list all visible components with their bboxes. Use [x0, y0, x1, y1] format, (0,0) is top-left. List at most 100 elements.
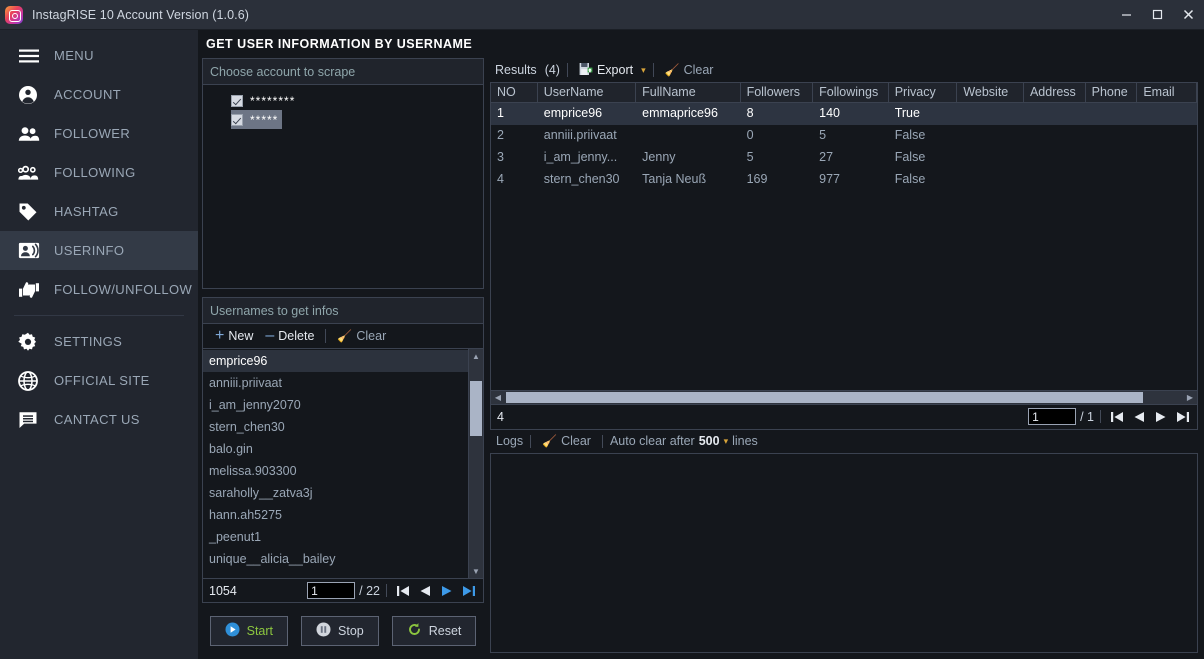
column-header-email[interactable]: Email [1137, 83, 1197, 102]
usernames-list[interactable]: emprice96 anniii.priivaat i_am_jenny2070… [203, 349, 468, 578]
results-grid-body[interactable]: 1 emprice96 emmaprice96 8 140 True 2 ann… [491, 103, 1197, 390]
sidebar-item-userinfo[interactable]: USERINFO [0, 231, 198, 270]
results-horizontal-scrollbar[interactable]: ◀ ▶ [490, 389, 1198, 405]
column-header-no[interactable]: NO [491, 83, 538, 102]
list-item[interactable]: emprice96 [203, 350, 468, 372]
export-button[interactable]: Export [575, 61, 637, 80]
cell-username: i_am_jenny... [543, 150, 618, 164]
first-page-icon[interactable] [392, 581, 414, 601]
next-page-icon[interactable] [1150, 407, 1172, 427]
gear-icon [18, 332, 48, 352]
clear-logs-button[interactable]: 🧹 Clear [538, 433, 595, 449]
results-page-total: / 1 [1080, 409, 1094, 424]
scroll-thumb[interactable] [506, 391, 1143, 403]
cell-phone [1086, 169, 1138, 191]
clear-label: Clear [561, 434, 591, 448]
scroll-thumb[interactable] [470, 381, 482, 436]
clear-results-button[interactable]: 🧹 Clear [661, 62, 718, 78]
new-username-button[interactable]: + New [211, 326, 257, 346]
sidebar-item-menu[interactable]: MENU [0, 36, 198, 75]
prev-page-icon[interactable] [1128, 407, 1150, 427]
list-item[interactable]: hann.ah5275 [203, 504, 468, 526]
list-item[interactable]: _peenut1 [203, 526, 468, 548]
cell-followers: 5 [746, 150, 754, 164]
usernames-scrollbar[interactable]: ▲ ▼ [468, 349, 483, 578]
reset-button[interactable]: Reset [391, 616, 477, 646]
sidebar-item-settings[interactable]: SETTINGS [0, 322, 198, 361]
scroll-left-icon[interactable]: ◀ [491, 391, 505, 404]
column-header-address[interactable]: Address [1024, 83, 1086, 102]
next-page-icon[interactable] [436, 581, 458, 601]
cell-email [1137, 103, 1197, 125]
left-column: Choose account to scrape ******** ***** [202, 58, 484, 653]
last-page-icon[interactable] [1172, 407, 1194, 427]
column-header-followings[interactable]: Followings [813, 83, 889, 102]
sidebar-item-contact-us[interactable]: CANTACT US [0, 400, 198, 439]
chevron-down-icon[interactable]: ▾ [724, 436, 729, 447]
prev-page-icon[interactable] [414, 581, 436, 601]
cell-privacy: False [894, 172, 926, 186]
stop-button[interactable]: Stop [301, 616, 379, 646]
scroll-down-icon[interactable]: ▼ [469, 564, 483, 578]
list-item[interactable]: anniii.priivaat [203, 372, 468, 394]
minimize-icon[interactable] [1111, 0, 1142, 30]
list-item[interactable]: i_am_jenny2070 [203, 394, 468, 416]
sidebar-item-official-site[interactable]: OFFICIAL SITE [0, 361, 198, 400]
account-list-item[interactable]: ***** [231, 110, 283, 129]
usernames-page-input[interactable] [307, 582, 356, 599]
delete-username-button[interactable]: – Delete [261, 326, 318, 346]
column-header-followers[interactable]: Followers [741, 83, 814, 102]
close-icon[interactable] [1173, 0, 1204, 30]
results-grid: NO UserName FullName Followers Following… [490, 82, 1198, 390]
thumbs-updown-icon [18, 281, 48, 299]
clear-usernames-button[interactable]: 🧹 Clear [333, 328, 390, 344]
toolbar-divider [601, 434, 603, 448]
table-row[interactable]: 1 emprice96 emmaprice96 8 140 True [491, 103, 1197, 125]
scroll-up-icon[interactable]: ▲ [469, 349, 483, 363]
sidebar-item-account[interactable]: ACCOUNT [0, 75, 198, 114]
scroll-right-icon[interactable]: ▶ [1183, 391, 1197, 404]
list-item[interactable]: unique__alicia__bailey [203, 548, 468, 570]
table-row[interactable]: 3 i_am_jenny... Jenny 5 27 False [491, 147, 1197, 169]
maximize-icon[interactable] [1142, 0, 1173, 30]
last-page-icon[interactable] [458, 581, 480, 601]
sidebar-item-follow-unfollow[interactable]: FOLLOW/UNFOLLOW [0, 270, 198, 309]
column-header-fullname[interactable]: FullName [636, 83, 741, 102]
column-header-website[interactable]: Website [957, 83, 1024, 102]
sidebar-item-follower[interactable]: FOLLOWER [0, 114, 198, 153]
new-label: New [228, 329, 254, 343]
start-button[interactable]: Start [209, 616, 289, 646]
sidebar-item-hashtag[interactable]: HASHTAG [0, 192, 198, 231]
three-users-icon [18, 165, 48, 181]
sidebar-item-following[interactable]: FOLLOWING [0, 153, 198, 192]
account-list[interactable]: ******** ***** [203, 85, 483, 288]
account-list-item[interactable]: ******** [231, 91, 299, 110]
results-total-count: 4 [497, 409, 504, 424]
list-item[interactable]: saraholly__zatva3j [203, 482, 468, 504]
cell-no: 3 [497, 150, 504, 164]
table-row[interactable]: 2 anniii.priivaat 0 5 False [491, 125, 1197, 147]
account-checkbox[interactable] [231, 94, 243, 107]
sidebar-item-label: HASHTAG [54, 204, 119, 219]
results-page-input[interactable] [1028, 408, 1077, 425]
list-item[interactable]: stern_chen30 [203, 416, 468, 438]
toolbar-divider [325, 329, 327, 343]
table-row[interactable]: 4 stern_chen30 Tanja Neuß 169 977 False [491, 169, 1197, 191]
window-controls [1111, 0, 1204, 30]
cell-username: anniii.priivaat [543, 128, 617, 142]
auto-clear-value[interactable]: 500 [699, 434, 720, 448]
export-save-icon [579, 62, 593, 79]
account-checkbox[interactable] [231, 113, 243, 126]
scroll-track[interactable] [505, 391, 1183, 404]
column-header-phone[interactable]: Phone [1086, 83, 1138, 102]
first-page-icon[interactable] [1106, 407, 1128, 427]
pager-divider [1100, 410, 1101, 423]
action-buttons: Start Stop Reset [202, 609, 484, 653]
list-item[interactable]: melissa.903300 [203, 460, 468, 482]
chevron-down-icon[interactable]: ▾ [641, 65, 646, 76]
scroll-track[interactable] [469, 363, 483, 564]
logs-output-area[interactable] [490, 452, 1198, 653]
column-header-privacy[interactable]: Privacy [889, 83, 958, 102]
list-item[interactable]: balo.gin [203, 438, 468, 460]
column-header-username[interactable]: UserName [538, 83, 637, 102]
